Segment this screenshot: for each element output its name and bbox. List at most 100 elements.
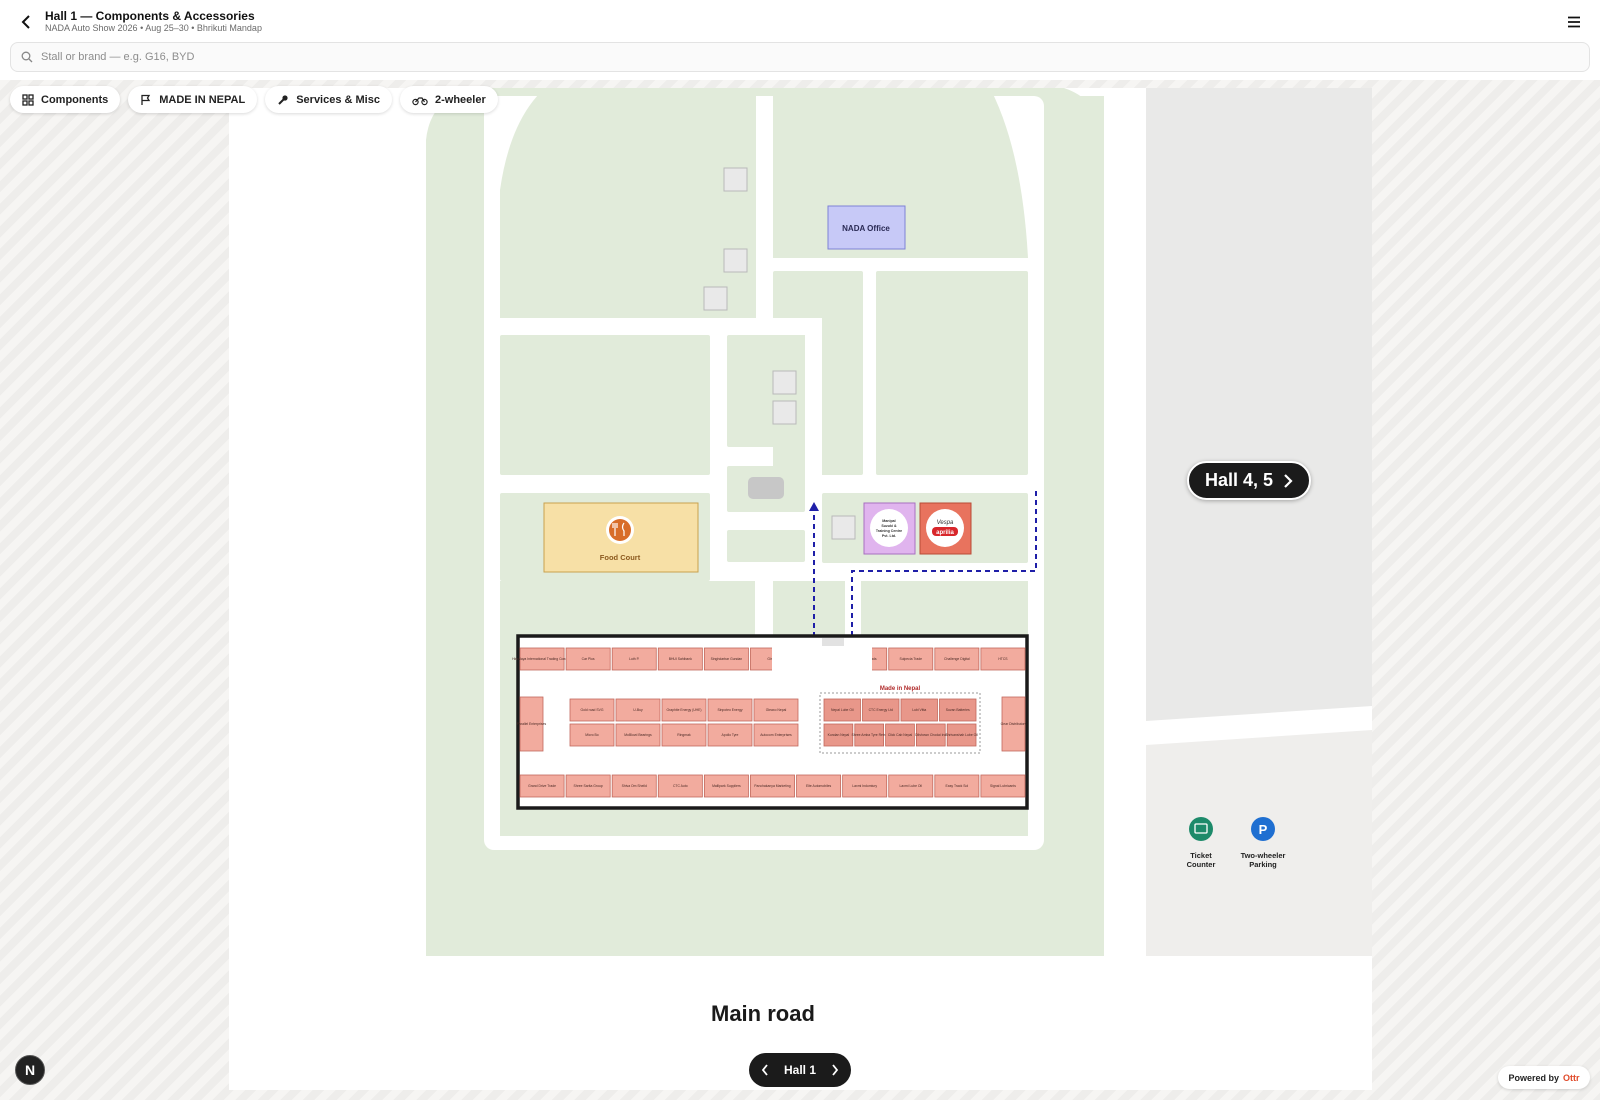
chip-2-wheeler[interactable]: 2-wheeler (399, 86, 498, 113)
map-canvas[interactable]: NADA Office Food Court Manipal Suzuki & … (229, 88, 1372, 1090)
chip-components[interactable]: Components (10, 86, 121, 113)
chip-label: MADE IN NEPAL (159, 93, 246, 106)
stall-label: Grand Drive Trade (528, 784, 556, 788)
stall-label: Micro Bo (585, 733, 598, 737)
stall-label: Malllpark Suppliers (712, 784, 741, 788)
stall-label: Lubi Vitta (912, 708, 926, 712)
green-block-nw (500, 88, 756, 318)
stall-label: Click Cab Nepal (888, 733, 913, 737)
exhibitor-logo-text: Manipal (882, 519, 895, 523)
chevron-right-icon (1284, 473, 1293, 488)
ticket-counter-label: Ticket (1190, 851, 1212, 860)
parking-label: Two-wheeler (1241, 851, 1286, 860)
stall-label: MoBlovd Bearings (624, 733, 652, 737)
ticket-icon[interactable] (1189, 817, 1213, 841)
green-strip-se (1046, 493, 1104, 856)
chevron-left-icon (761, 1064, 768, 1076)
stall-label: HTCS (998, 657, 1008, 661)
parking-label: Parking (1249, 860, 1277, 869)
stall-label: Gear Distributors (1001, 722, 1027, 726)
facility-box[interactable] (723, 167, 748, 192)
chip-label: 2-wheeler (434, 93, 486, 106)
powered-by[interactable]: Powered by Ottr (1498, 1066, 1590, 1089)
hall-navigator: Hall 1 (749, 1053, 851, 1087)
stall-label: Laxmi Indumiury (852, 784, 877, 788)
stall-label: BHUI Sahibank (669, 657, 692, 661)
facility-box[interactable] (703, 286, 728, 311)
app-header: Hall 1 — Components & Accessories NADA A… (0, 0, 1600, 80)
facility-box[interactable] (772, 400, 797, 425)
stall-label: Challenge Digital (944, 657, 970, 661)
stall-label: Sinpoteo Energy (717, 708, 742, 712)
main-road-label: Main road (711, 1001, 815, 1026)
stall-label: Shiva Om Sheild (622, 784, 647, 788)
ticket-counter-label: Counter (1187, 860, 1216, 869)
search-icon (21, 51, 33, 63)
road-segment (805, 318, 822, 478)
hall-4-5-link[interactable]: Hall 4, 5 (1187, 461, 1311, 500)
hamburger-menu-icon (1568, 16, 1580, 28)
current-hall-label: Hall 1 (783, 1063, 816, 1077)
green-block-small2 (727, 530, 805, 562)
chip-made-in-nepal[interactable]: MADE IN NEPAL (128, 86, 258, 113)
facility-box[interactable] (772, 370, 797, 395)
stall-label: Parallel Enterprises (517, 722, 547, 726)
prev-hall-button[interactable] (761, 1064, 769, 1076)
stall-label: Panchakanya Marketing (754, 784, 790, 788)
facility-box[interactable] (831, 515, 856, 540)
stall-label: Graphite Energy (UHE) (666, 708, 701, 712)
stall-label: Apollo Tyre (722, 733, 739, 737)
powered-brand: Ottr (1563, 1072, 1580, 1083)
search-bar[interactable] (10, 42, 1590, 72)
flag-icon (141, 94, 151, 105)
stall-label: Ringmak (677, 733, 691, 737)
exhibitor-logo-text: Pvt. Ltd. (882, 534, 896, 538)
back-button[interactable] (14, 10, 38, 34)
green-strip-e (1046, 96, 1104, 476)
exhibitor-logo-text: Training Centre (876, 529, 902, 533)
motorcycle-icon (412, 96, 428, 105)
stall-label: Suvan Batteries (946, 708, 970, 712)
hall-4-5-area[interactable] (1130, 88, 1372, 721)
chip-services-misc[interactable]: Services & Misc (265, 86, 392, 113)
stall-label: Signal Lubricants (990, 784, 1016, 788)
fork-knife-icon (609, 519, 631, 541)
car-display (748, 477, 784, 499)
category-chips: Components MADE IN NEPAL Services & Misc… (10, 86, 498, 113)
hall-link-label: Hall 4, 5 (1204, 470, 1274, 490)
stall-label: U-Buy (633, 708, 643, 712)
chip-label: Services & Misc (296, 93, 380, 106)
road-segment (500, 318, 822, 335)
stall-label: Laxmi Lube Oil (899, 784, 922, 788)
green-block-w (500, 335, 710, 475)
stall-label: CTC Energy Ltd (869, 708, 893, 712)
stall-label: Luth P. (629, 657, 640, 661)
road-segment (710, 563, 755, 581)
stall-label: Shrivanshah Lube Oil (945, 733, 978, 737)
green-block-e (876, 271, 1028, 475)
wrench-icon (278, 94, 288, 105)
grid-icon (22, 93, 34, 106)
stall-label: Dilshown Chodai Ind (915, 733, 946, 737)
nada-office-label: NADA Office (842, 224, 890, 233)
chevron-left-icon (21, 15, 30, 29)
app-badge[interactable]: N (15, 1055, 45, 1085)
stall-label: Sulpecia Trade (899, 657, 922, 661)
road-segment (755, 563, 773, 643)
exhibitor-logo-text: Suzuki & (881, 524, 897, 528)
stall-label: Gold road SVG (581, 708, 604, 712)
menu-button[interactable] (1562, 10, 1586, 34)
exhibitor-logo (870, 509, 908, 547)
search-input[interactable] (41, 51, 1589, 63)
facility-box[interactable] (723, 248, 748, 273)
stall-label: Shree Amba Tyre Retrd (852, 733, 887, 737)
next-hall-button[interactable] (831, 1064, 839, 1076)
vespa-logo-text: Vespa (937, 520, 954, 526)
stall-label: Car Plus (582, 657, 595, 661)
venue-map[interactable]: NADA Office Food Court Manipal Suzuki & … (229, 88, 1372, 1090)
powered-prefix: Powered by (1508, 1072, 1559, 1083)
made-in-nepal-label: Made in Nepal (880, 686, 921, 692)
parking-glyph: P (1259, 822, 1268, 837)
page-title: Hall 1 — Components & Accessories (45, 9, 255, 23)
page-subtitle: NADA Auto Show 2026 • Aug 25–30 • Bhriku… (45, 23, 262, 33)
